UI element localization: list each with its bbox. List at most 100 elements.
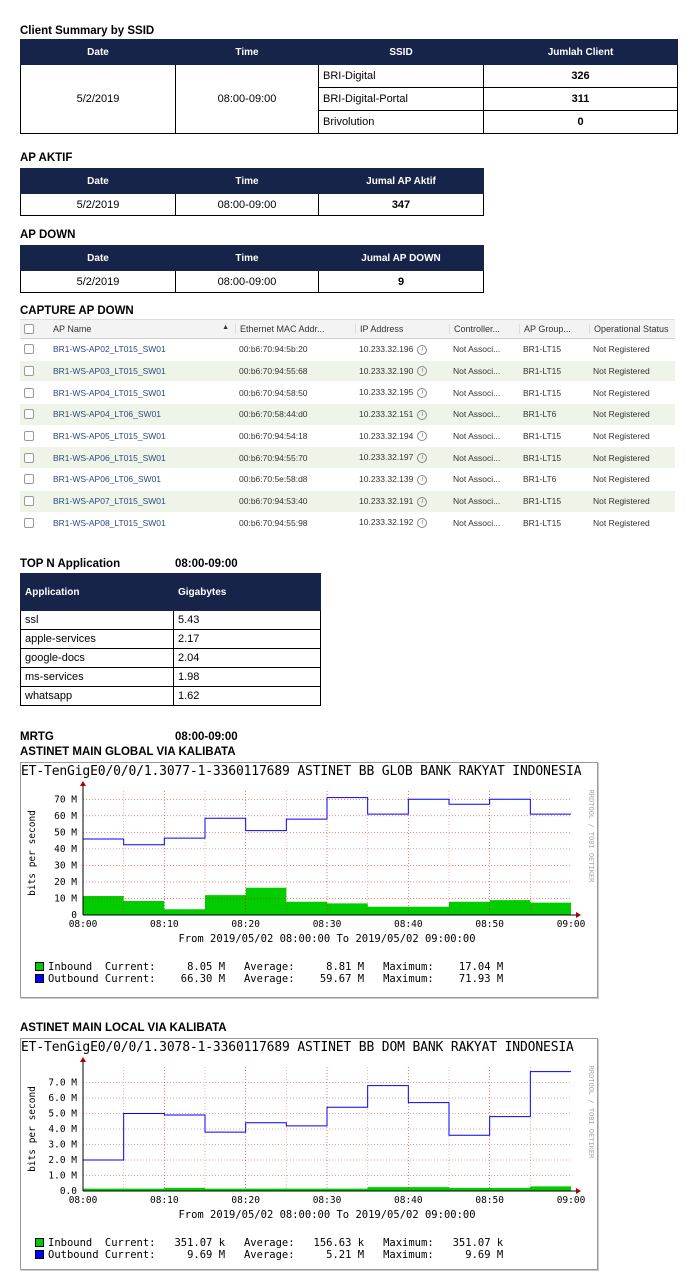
col-time: Time bbox=[175, 39, 319, 65]
y-tick-label: 4.0 M bbox=[48, 1124, 77, 1135]
col-date: Date bbox=[20, 39, 176, 65]
table-row[interactable]: BR1-WS-AP08_LT015_SW01 00:b6:70:94:55:98 1… bbox=[20, 513, 675, 535]
col-gigabytes: Gigabytes bbox=[173, 573, 321, 611]
col-time: Time bbox=[175, 245, 319, 271]
mrtg-graph-local: ET-TenGigE0/0/0/1.3078-1-3360117689 ASTI… bbox=[20, 1038, 598, 1270]
ap-group-cell: BR1-LT6 bbox=[523, 409, 557, 420]
ap-group-cell: BR1-LT15 bbox=[523, 344, 562, 355]
info-icon[interactable]: i bbox=[417, 474, 428, 485]
capture-title: CAPTURE AP DOWN bbox=[20, 305, 134, 317]
col-ap-name[interactable]: AP Name ▲ bbox=[45, 324, 235, 334]
table-row[interactable]: BR1-WS-AP04_LT015_SW01 00:b6:70:94:58:50 1… bbox=[20, 382, 675, 405]
table-row[interactable]: BR1-WS-AP02_LT015_SW01 00:b6:70:94:5b:20 1… bbox=[20, 339, 675, 361]
info-icon[interactable]: i bbox=[417, 409, 428, 420]
info-icon[interactable]: i bbox=[417, 453, 428, 464]
ap-group-cell: BR1-LT15 bbox=[523, 366, 562, 377]
mac-cell: 00:b6:70:94:53:40 bbox=[239, 496, 308, 507]
ap-down-title: AP DOWN bbox=[20, 229, 76, 241]
legend-inbound: Inbound Current: 351.07 k Average: 156.6… bbox=[35, 1237, 503, 1249]
row-checkbox[interactable] bbox=[24, 344, 34, 355]
col-operational-status[interactable]: Operational Status bbox=[589, 324, 675, 334]
ap-group-cell: BR1-LT15 bbox=[523, 517, 562, 528]
info-icon[interactable]: i bbox=[417, 518, 428, 529]
ap-name-cell[interactable]: BR1-WS-AP06_LT06_SW01 bbox=[45, 474, 235, 484]
x-tick-label: 08:30 bbox=[313, 919, 342, 930]
row-checkbox[interactable] bbox=[24, 517, 34, 528]
x-tick-label: 08:00 bbox=[69, 1195, 98, 1206]
legend-inbound: Inbound Current: 8.05 M Average: 8.81 M … bbox=[35, 961, 503, 973]
ap-down-date: 5/2/2019 bbox=[20, 270, 176, 293]
table-row[interactable]: BR1-WS-AP06_LT06_SW01 00:b6:70:5e:58:d8 10… bbox=[20, 469, 675, 491]
controller-cell: Not Associ... bbox=[453, 409, 501, 420]
col-mac[interactable]: Ethernet MAC Addr... bbox=[235, 324, 355, 334]
row-checkbox[interactable] bbox=[24, 496, 34, 507]
ip-cell: 10.233.32.196 i bbox=[355, 344, 449, 355]
x-tick-label: 08:50 bbox=[475, 1195, 504, 1206]
col-jumlah-client: Jumlah Client bbox=[483, 39, 678, 65]
info-icon[interactable]: i bbox=[417, 431, 428, 442]
ip-cell: 10.233.32.197 i bbox=[355, 452, 449, 464]
ap-name-cell[interactable]: BR1-WS-AP05_LT015_SW01 bbox=[45, 431, 235, 441]
ssid-count: 311 bbox=[483, 87, 678, 111]
ap-name-cell[interactable]: BR1-WS-AP07_LT015_SW01 bbox=[45, 496, 235, 506]
ap-aktif-value: 347 bbox=[318, 193, 484, 216]
y-tick-label: 20 M bbox=[54, 877, 77, 888]
application-cell: apple-services bbox=[20, 629, 174, 649]
y-tick-label: 40 M bbox=[54, 844, 77, 855]
legend-average: Average: 5.21 M bbox=[243, 1249, 384, 1261]
ip-cell: 10.233.32.190 i bbox=[355, 366, 449, 377]
ip-cell: 10.233.32.139 i bbox=[355, 474, 449, 485]
ap-name-cell[interactable]: BR1-WS-AP08_LT015_SW01 bbox=[45, 518, 235, 528]
mac-cell: 00:b6:70:5e:58:d8 bbox=[239, 474, 308, 485]
row-checkbox[interactable] bbox=[24, 452, 34, 463]
ssid-name: BRI-Digital-Portal bbox=[318, 87, 484, 111]
ap-name-cell[interactable]: BR1-WS-AP04_LT06_SW01 bbox=[45, 409, 235, 419]
mrtg-time: 08:00-09:00 bbox=[175, 731, 238, 743]
application-cell: whatsapp bbox=[20, 686, 174, 706]
table-row[interactable]: BR1-WS-AP03_LT015_SW01 00:b6:70:94:55:68 1… bbox=[20, 360, 675, 383]
application-cell: ssl bbox=[20, 610, 174, 630]
status-cell: Not Registered bbox=[593, 431, 650, 442]
top-n-time: 08:00-09:00 bbox=[175, 558, 238, 570]
status-cell: Not Registered bbox=[593, 474, 650, 485]
y-axis-arrow bbox=[80, 1057, 86, 1062]
y-tick-label: 1.0 M bbox=[48, 1171, 77, 1182]
info-icon[interactable]: i bbox=[417, 366, 428, 377]
ap-name-cell[interactable]: BR1-WS-AP03_LT015_SW01 bbox=[45, 366, 235, 376]
controller-cell: Not Associ... bbox=[453, 387, 501, 398]
select-all-checkbox[interactable] bbox=[24, 324, 34, 334]
row-checkbox[interactable] bbox=[24, 474, 34, 485]
legend-outbound: Outbound Current: 9.69 M Average: 5.21 M… bbox=[35, 1249, 503, 1261]
legend-swatch bbox=[35, 1250, 44, 1259]
mac-cell: 00:b6:70:58:44:d0 bbox=[239, 409, 308, 420]
table-row[interactable]: BR1-WS-AP04_LT06_SW01 00:b6:70:58:44:d0 10… bbox=[20, 404, 675, 426]
col-ip[interactable]: IP Address bbox=[355, 324, 449, 334]
legend-current: Current: 8.05 M bbox=[104, 961, 244, 973]
sort-ascending-icon: ▲ bbox=[222, 324, 229, 331]
table-row[interactable]: BR1-WS-AP06_LT015_SW01 00:b6:70:94:55:70 1… bbox=[20, 447, 675, 470]
row-checkbox[interactable] bbox=[24, 387, 34, 398]
row-checkbox[interactable] bbox=[24, 431, 34, 442]
y-tick-label: 5.0 M bbox=[48, 1109, 77, 1120]
info-icon[interactable]: i bbox=[417, 496, 428, 507]
y-tick-label: 7.0 M bbox=[48, 1078, 77, 1089]
ap-name-cell[interactable]: BR1-WS-AP06_LT015_SW01 bbox=[45, 453, 235, 463]
col-ap-group[interactable]: AP Group... bbox=[519, 324, 589, 334]
table-row[interactable]: BR1-WS-AP07_LT015_SW01 00:b6:70:94:53:40 1… bbox=[20, 490, 675, 513]
col-date: Date bbox=[20, 245, 176, 271]
legend-outbound: Outbound Current: 66.30 M Average: 59.67… bbox=[35, 973, 503, 985]
ap-name-cell[interactable]: BR1-WS-AP04_LT015_SW01 bbox=[45, 388, 235, 398]
ap-name-cell[interactable]: BR1-WS-AP02_LT015_SW01 bbox=[45, 344, 235, 354]
col-controller[interactable]: Controller... bbox=[449, 324, 519, 334]
info-icon[interactable]: i bbox=[417, 388, 428, 399]
mac-cell: 00:b6:70:94:55:68 bbox=[239, 366, 308, 377]
row-checkbox[interactable] bbox=[24, 366, 34, 377]
x-tick-label: 08:00 bbox=[69, 919, 98, 930]
legend-current: Current: 351.07 k bbox=[104, 1237, 244, 1249]
status-cell: Not Registered bbox=[593, 517, 650, 528]
table-row[interactable]: BR1-WS-AP05_LT015_SW01 00:b6:70:94:54:18 1… bbox=[20, 426, 675, 448]
mac-cell: 00:b6:70:94:55:98 bbox=[239, 517, 308, 528]
info-icon[interactable]: i bbox=[417, 344, 428, 355]
capture-ap-down-grid: AP Name ▲ Ethernet MAC Addr... IP Address… bbox=[20, 319, 675, 535]
row-checkbox[interactable] bbox=[24, 409, 34, 420]
